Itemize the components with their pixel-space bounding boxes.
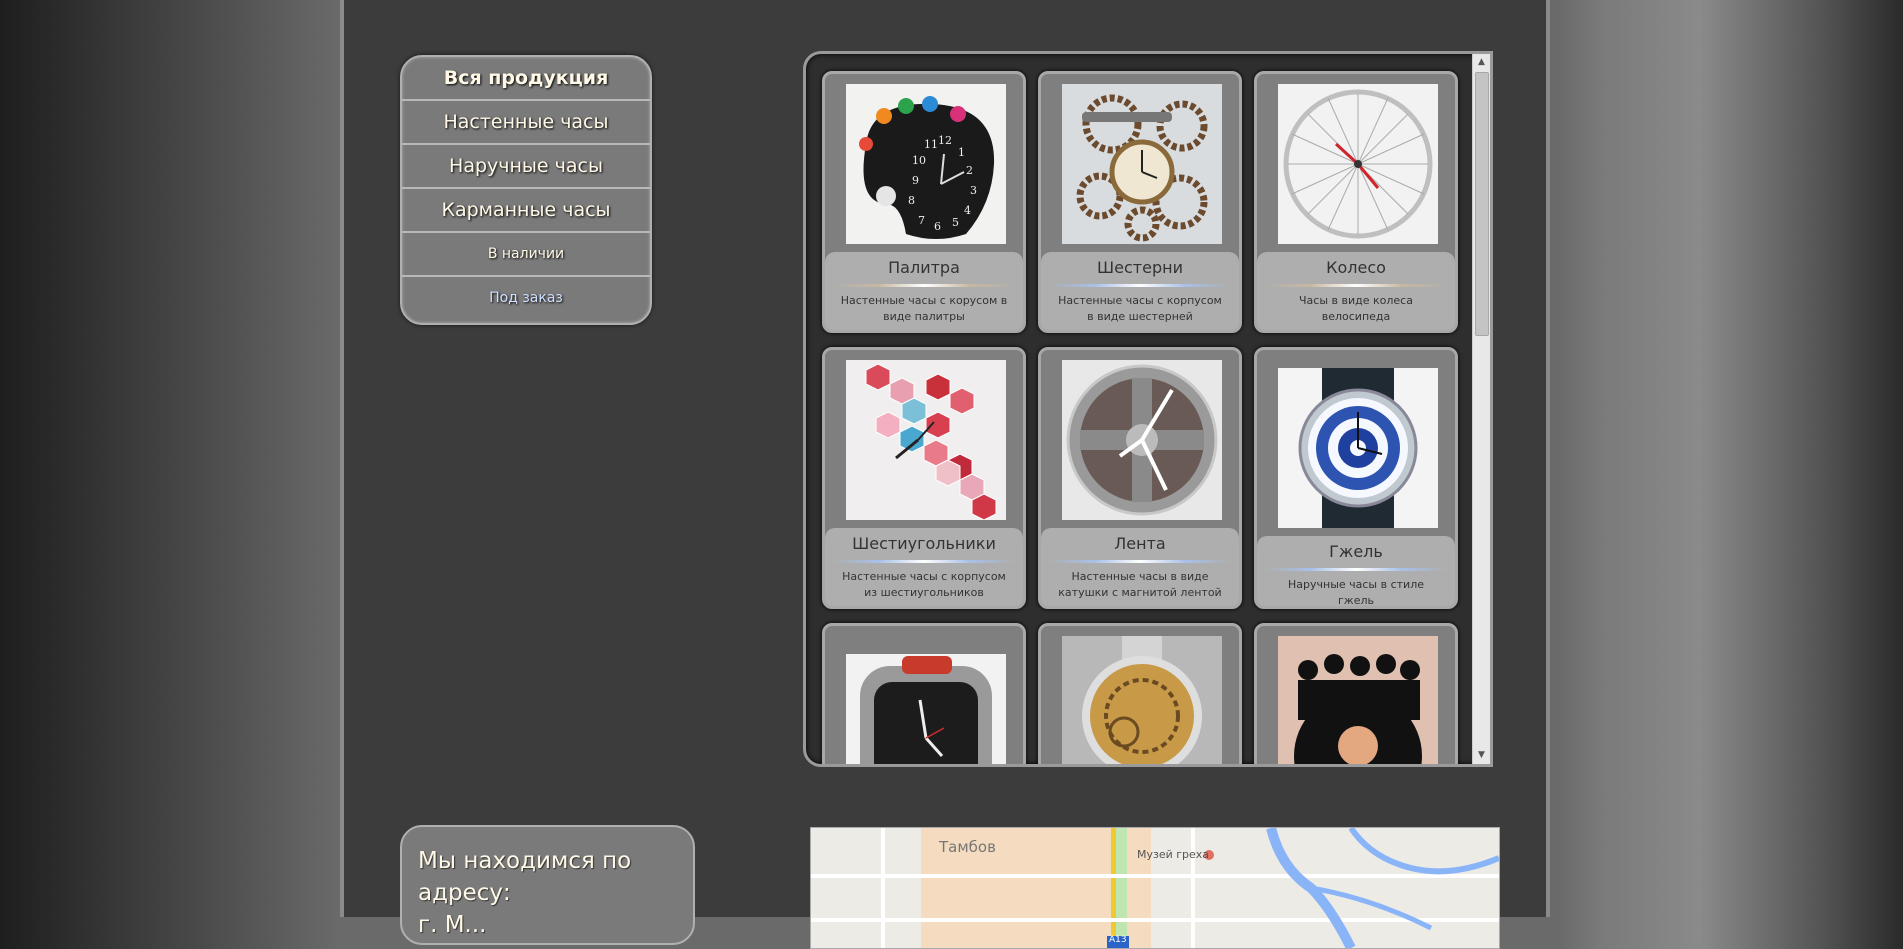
product-description: Настенные часы с корпусом из шестиугольн… — [842, 570, 1006, 599]
product-image-square-watch[interactable] — [846, 654, 1006, 764]
address-heading: Мы находимся по адресу: — [418, 848, 632, 906]
product-image-skeleton-watch[interactable] — [1062, 636, 1222, 764]
svg-text:8: 8 — [908, 194, 915, 207]
address-line: г. М... — [418, 912, 487, 938]
product-card[interactable]: Колесо Часы в виде колеса велосипеда — [1254, 71, 1458, 333]
divider — [833, 560, 1015, 563]
product-card[interactable]: Лента Настенные часы в виде катушки с ма… — [1038, 347, 1242, 609]
product-description: Настенные часы в виде катушки с магнитой… — [1058, 570, 1222, 599]
gallery-scrollbar[interactable]: ▲ ▼ — [1472, 54, 1490, 764]
product-info: Колесо Часы в виде колеса велосипеда — [1257, 252, 1455, 330]
map-road-label: А13 — [1109, 935, 1127, 945]
scroll-thumb[interactable] — [1475, 72, 1489, 336]
menu-item-wrist-watches[interactable]: Наручные часы — [402, 145, 650, 189]
product-card[interactable]: Гжель Наручные часы в стиле гжель — [1254, 347, 1458, 609]
product-card[interactable]: Шестиугольники Настенные часы с корпусом… — [822, 347, 1026, 609]
divider — [833, 284, 1015, 287]
svg-text:10: 10 — [912, 154, 926, 167]
menu-item-to-order[interactable]: Под заказ — [402, 277, 650, 319]
address-box: Мы находимся по адресу: г. М... — [400, 825, 695, 945]
svg-text:7: 7 — [918, 214, 925, 227]
product-card[interactable] — [822, 623, 1026, 764]
product-image-gears-clock[interactable] — [1062, 84, 1222, 244]
product-info: Гжель Наручные часы в стиле гжель — [1257, 536, 1455, 606]
svg-text:9: 9 — [912, 174, 919, 187]
product-grid: 12 1 2 345 678 9 10 11 Палитра Настенные час… — [822, 71, 1462, 764]
svg-text:4: 4 — [964, 204, 971, 217]
product-image-wheel-clock[interactable] — [1278, 84, 1438, 244]
svg-text:3: 3 — [970, 184, 977, 197]
category-menu: Вся продукция Настенные часы Наручные ча… — [400, 55, 652, 325]
svg-text:5: 5 — [952, 216, 959, 229]
product-image-tape-reel-clock[interactable] — [1062, 360, 1222, 520]
menu-item-in-stock[interactable]: В наличии — [402, 233, 650, 277]
product-description: Часы в виде колеса велосипеда — [1299, 294, 1413, 323]
product-info: Палитра Настенные часы с корусом в виде … — [825, 252, 1023, 330]
product-name: Гжель — [1329, 542, 1383, 561]
scroll-up-icon[interactable]: ▲ — [1473, 54, 1490, 71]
svg-text:2: 2 — [966, 164, 973, 177]
product-description: Наручные часы в стиле гжель — [1288, 578, 1424, 607]
product-description: Настенные часы с корпусом в виде шестерн… — [1058, 294, 1222, 323]
product-info: Шестерни Настенные часы с корпусом в вид… — [1041, 252, 1239, 330]
svg-text:11: 11 — [924, 138, 938, 151]
menu-item-wall-clocks[interactable]: Настенные часы — [402, 101, 650, 145]
product-gallery: 12 1 2 345 678 9 10 11 Палитра Настенные час… — [803, 51, 1493, 767]
divider — [1265, 284, 1447, 287]
product-name: Палитра — [888, 258, 960, 277]
svg-text:6: 6 — [934, 220, 941, 233]
product-card[interactable] — [1038, 623, 1242, 764]
map-poi-label[interactable]: Музей греха — [1137, 848, 1209, 861]
product-card[interactable] — [1254, 623, 1458, 764]
product-name: Шестиугольники — [852, 534, 996, 553]
product-card[interactable]: Шестерни Настенные часы с корпусом в вид… — [1038, 71, 1242, 333]
product-image-palette-clock[interactable]: 12 1 2 345 678 9 10 11 — [846, 84, 1006, 244]
product-image-gzhel-watch[interactable] — [1278, 368, 1438, 528]
map-city-label: Тамбов — [939, 838, 996, 856]
scroll-down-icon[interactable]: ▼ — [1473, 747, 1490, 764]
divider — [1265, 568, 1447, 571]
product-info: Шестиугольники Настенные часы с корпусом… — [825, 528, 1023, 606]
svg-text:1: 1 — [958, 146, 965, 159]
menu-item-all-products[interactable]: Вся продукция — [402, 57, 650, 101]
location-map[interactable]: Тамбов Музей греха А13 — [810, 827, 1500, 949]
product-description: Настенные часы с корусом в виде палитры — [840, 294, 1008, 323]
product-image-vinyl-band-clock[interactable] — [1278, 636, 1438, 764]
product-name: Колесо — [1326, 258, 1386, 277]
divider — [1049, 284, 1231, 287]
divider — [1049, 560, 1231, 563]
product-name: Лента — [1114, 534, 1166, 553]
svg-text:12: 12 — [938, 134, 952, 147]
product-info: Лента Настенные часы в виде катушки с ма… — [1041, 528, 1239, 606]
product-name: Шестерни — [1097, 258, 1183, 277]
product-image-hexagon-clock[interactable] — [846, 360, 1006, 520]
product-card[interactable]: 12 1 2 345 678 9 10 11 Палитра Настенные час… — [822, 71, 1026, 333]
menu-item-pocket-watches[interactable]: Карманные часы — [402, 189, 650, 233]
